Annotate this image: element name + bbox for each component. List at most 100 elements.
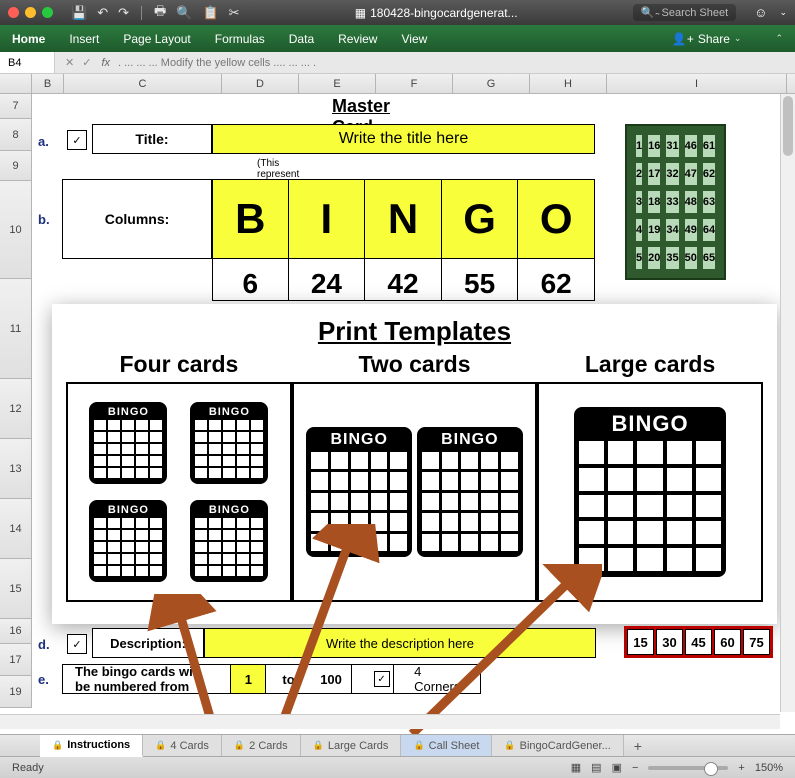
col-h[interactable]: H bbox=[530, 74, 607, 93]
green-cell: 47 bbox=[684, 162, 698, 186]
title-checkbox[interactable]: ✓ bbox=[67, 130, 87, 150]
four-cards-column: Four cards BINGOBINGOBINGOBINGO bbox=[66, 351, 292, 602]
sheet-tab-callsheet[interactable]: 🔒Call Sheet bbox=[401, 735, 492, 756]
sheet-tab-instructions[interactable]: 🔒Instructions bbox=[40, 735, 143, 757]
bingo-num-cell[interactable]: 42 bbox=[365, 259, 442, 301]
select-all-corner[interactable] bbox=[0, 74, 32, 93]
columns-label-cell: Columns: bbox=[62, 179, 212, 259]
fx-icon[interactable]: fx bbox=[101, 57, 110, 69]
chevron-down-icon[interactable]: ⌄ bbox=[779, 7, 787, 18]
green-cell: 17 bbox=[647, 162, 661, 186]
description-checkbox[interactable]: ✓ bbox=[67, 634, 87, 654]
close-window-button[interactable] bbox=[8, 7, 19, 18]
lock-icon: 🔒 bbox=[155, 740, 166, 751]
zoom-in-button[interactable]: + bbox=[738, 762, 744, 774]
green-cell: 34 bbox=[665, 218, 679, 242]
row-16[interactable]: 16 bbox=[0, 619, 32, 644]
description-input-cell[interactable]: Write the description here bbox=[204, 628, 596, 658]
add-sheet-button[interactable]: + bbox=[624, 735, 652, 756]
sheet-search[interactable]: 🔍 ̴ Search Sheet bbox=[633, 4, 736, 21]
four-corners-checkbox[interactable]: ✓ bbox=[370, 665, 394, 693]
two-cards-preview[interactable]: BINGOBINGO bbox=[292, 382, 537, 602]
col-i[interactable]: I bbox=[607, 74, 787, 93]
four-cards-preview[interactable]: BINGOBINGOBINGOBINGO bbox=[66, 382, 292, 602]
view-normal-icon[interactable]: ▦ bbox=[571, 761, 581, 774]
sheet-tab-2cards[interactable]: 🔒2 Cards bbox=[222, 735, 301, 756]
vertical-scrollbar[interactable] bbox=[780, 94, 795, 712]
col-f[interactable]: F bbox=[376, 74, 453, 93]
row-19[interactable]: 19 bbox=[0, 676, 32, 708]
redo-icon[interactable]: ↷ bbox=[118, 5, 129, 21]
tab-home[interactable]: Home bbox=[12, 32, 45, 46]
green-cell: 31 bbox=[665, 134, 679, 158]
tab-page-layout[interactable]: Page Layout bbox=[123, 32, 190, 46]
window-titlebar: 💾 ↶ ↷ 🖶 🔍 📋 ✂ ▦ 180428-bingocardgenerat.… bbox=[0, 0, 795, 25]
feedback-icon[interactable]: ☺ bbox=[754, 5, 767, 20]
tab-formulas[interactable]: Formulas bbox=[215, 32, 265, 46]
sheet-tab-4cards[interactable]: 🔒4 Cards bbox=[143, 735, 222, 756]
tab-data[interactable]: Data bbox=[289, 32, 314, 46]
row-11[interactable]: 11 bbox=[0, 279, 32, 379]
col-d[interactable]: D bbox=[222, 74, 299, 93]
cancel-formula-icon[interactable]: ✕ bbox=[65, 56, 74, 69]
clear-icon[interactable]: ✂ bbox=[229, 5, 240, 21]
zoom-window-button[interactable] bbox=[42, 7, 53, 18]
bingo-col-B[interactable]: B bbox=[212, 179, 289, 259]
row-14[interactable]: 14 bbox=[0, 499, 32, 559]
zoom-slider[interactable] bbox=[648, 766, 728, 770]
bingo-num-cell[interactable]: 62 bbox=[518, 259, 595, 301]
bingo-num-cell[interactable]: 55 bbox=[442, 259, 519, 301]
tab-insert[interactable]: Insert bbox=[69, 32, 99, 46]
row-10[interactable]: 10 bbox=[0, 181, 32, 279]
sheet-tab-largecards[interactable]: 🔒Large Cards bbox=[301, 735, 402, 756]
col-c[interactable]: C bbox=[64, 74, 222, 93]
view-pagelayout-icon[interactable]: ▤ bbox=[591, 761, 601, 774]
share-button[interactable]: 👤+ Share ⌄ bbox=[672, 32, 742, 46]
bingo-col-N[interactable]: N bbox=[365, 179, 442, 259]
row-15[interactable]: 15 bbox=[0, 559, 32, 619]
qat-icons: 💾 ↶ ↷ 🖶 🔍 📋 ✂ bbox=[71, 2, 240, 24]
bingo-num-cell[interactable]: 24 bbox=[289, 259, 366, 301]
large-cards-column: Large cards BINGO bbox=[537, 351, 763, 602]
title-input-cell[interactable]: Write the title here bbox=[212, 124, 595, 154]
print-icon[interactable]: 🖶 bbox=[154, 2, 166, 24]
view-pagebreak-icon[interactable]: ▣ bbox=[612, 761, 622, 774]
green-cell: 35 bbox=[665, 246, 679, 270]
sheet-tab-bingocardgen[interactable]: 🔒BingoCardGener... bbox=[492, 735, 623, 756]
large-cards-preview[interactable]: BINGO bbox=[537, 382, 763, 602]
formula-value[interactable]: . ... ... ... Modify the yellow cells ..… bbox=[118, 57, 316, 69]
paste-icon[interactable]: 📋 bbox=[202, 5, 218, 21]
bingo-card-icon: BINGO bbox=[190, 402, 268, 484]
horizontal-scrollbar[interactable] bbox=[0, 714, 780, 729]
col-e[interactable]: E bbox=[299, 74, 376, 93]
zoom-out-button[interactable]: − bbox=[632, 762, 638, 774]
bingo-col-O[interactable]: O bbox=[518, 179, 595, 259]
row-label-e: e. bbox=[38, 672, 49, 687]
name-box[interactable]: B4 bbox=[0, 52, 55, 73]
four-corners-label: 4 Corners bbox=[394, 664, 480, 694]
undo-icon[interactable]: ↶ bbox=[97, 5, 108, 21]
ribbon-toggle-icon[interactable]: ⌃ bbox=[775, 33, 783, 44]
zoom-icon[interactable]: 🔍 bbox=[176, 5, 192, 21]
row-17[interactable]: 17 bbox=[0, 644, 32, 676]
bingo-num-cell[interactable]: 6 bbox=[212, 259, 289, 301]
bingo-number-row: 624425562 bbox=[212, 259, 595, 301]
row-8[interactable]: 8 bbox=[0, 119, 32, 151]
bingo-col-I[interactable]: I bbox=[289, 179, 366, 259]
zoom-level[interactable]: 150% bbox=[755, 762, 783, 774]
minimize-window-button[interactable] bbox=[25, 7, 36, 18]
bingo-col-G[interactable]: G bbox=[442, 179, 519, 259]
row-12[interactable]: 12 bbox=[0, 379, 32, 439]
row-7[interactable]: 7 bbox=[0, 94, 32, 119]
confirm-formula-icon[interactable]: ✓ bbox=[82, 56, 91, 69]
column-headers: B C D E F G H I bbox=[0, 74, 795, 94]
tab-review[interactable]: Review bbox=[338, 32, 377, 46]
tab-view[interactable]: View bbox=[401, 32, 427, 46]
sheet-grid[interactable]: 789101112131415161719 Master Card a. ✓ T… bbox=[0, 94, 795, 734]
row-9[interactable]: 9 bbox=[0, 151, 32, 181]
col-g[interactable]: G bbox=[453, 74, 530, 93]
number-from-input[interactable]: 1 bbox=[230, 665, 266, 693]
row-13[interactable]: 13 bbox=[0, 439, 32, 499]
col-b[interactable]: B bbox=[32, 74, 64, 93]
save-icon[interactable]: 💾 bbox=[71, 5, 87, 21]
